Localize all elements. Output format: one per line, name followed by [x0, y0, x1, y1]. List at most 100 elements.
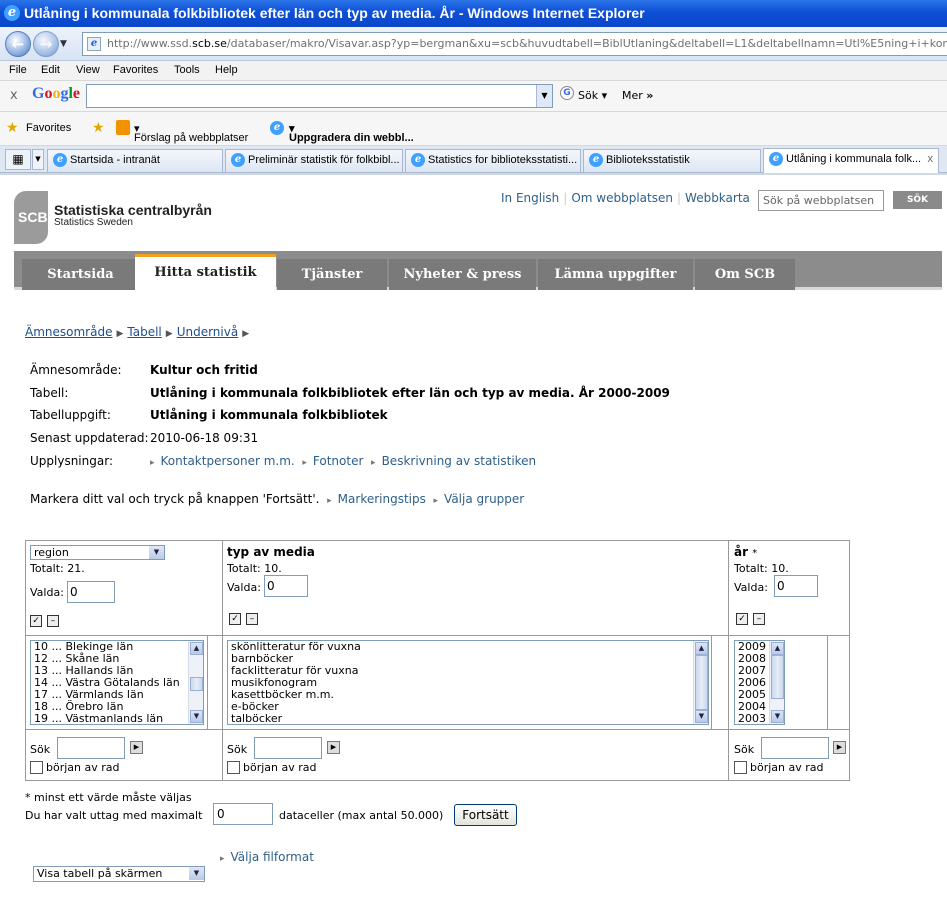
menu-favorites[interactable]: Favorites: [113, 64, 158, 76]
scrollbar[interactable]: ▲ ▼: [188, 641, 203, 724]
nav-tjanster[interactable]: Tjänster: [277, 259, 387, 290]
list-item[interactable]: 19 ... Västmanlands län: [31, 713, 203, 725]
scroll-down-icon[interactable]: ▼: [695, 710, 708, 723]
ie-icon: e: [53, 153, 67, 167]
nav-hitta-statistik[interactable]: Hitta statistik: [135, 254, 276, 290]
media-search-input[interactable]: [254, 737, 322, 759]
select-all-icon[interactable]: ✓: [736, 613, 748, 625]
tab-title: Startsida - intranät: [70, 154, 160, 166]
scroll-thumb[interactable]: [695, 655, 708, 710]
region-select[interactable]: region ▼: [30, 545, 165, 560]
begin-label: början av rad: [750, 761, 824, 774]
link-english[interactable]: In English: [501, 191, 559, 205]
nav-nyheter[interactable]: Nyheter & press: [389, 259, 536, 290]
play-icon[interactable]: ▶: [833, 741, 846, 754]
add-favorite-icon[interactable]: ★: [92, 119, 105, 136]
breadcrumb-amnesomrade[interactable]: Ämnesområde: [25, 325, 112, 339]
region-search-input[interactable]: [57, 737, 125, 759]
select-all-icon[interactable]: ✓: [229, 613, 241, 625]
menu-help[interactable]: Help: [215, 64, 238, 76]
year-valda-input[interactable]: [774, 575, 818, 597]
address-input[interactable]: e http://www.ssd.scb.se/databaser/makro/V…: [82, 32, 947, 56]
nav-lamna-uppgifter[interactable]: Lämna uppgifter: [538, 259, 693, 290]
scroll-up-icon[interactable]: ▲: [190, 642, 203, 655]
list-item[interactable]: e-böcker: [228, 701, 708, 713]
menu-file[interactable]: File: [9, 64, 27, 76]
site-search-button[interactable]: SÖK: [893, 191, 942, 209]
scroll-thumb[interactable]: [771, 655, 784, 699]
link-about[interactable]: Om webbplatsen: [571, 191, 673, 205]
menu-edit[interactable]: Edit: [41, 64, 60, 76]
browser-tab-active[interactable]: e Utlåning i kommunala folk... x: [763, 148, 939, 173]
chevron-down-icon[interactable]: ▼: [536, 85, 552, 107]
region-valda-input[interactable]: [67, 581, 115, 603]
link-markeringstips[interactable]: Markeringstips: [338, 492, 426, 506]
nav-om-scb[interactable]: Om SCB: [695, 259, 795, 290]
sok-label: Sök: [734, 743, 755, 756]
select-all-icon[interactable]: ✓: [30, 615, 42, 627]
scroll-down-icon[interactable]: ▼: [771, 710, 784, 723]
upgrade-link[interactable]: Uppgradera din webbl... ▾: [289, 122, 414, 144]
media-valda-input[interactable]: [264, 575, 308, 597]
region-listbox[interactable]: 10 ... Blekinge län 12 ... Skåne län 13 …: [30, 640, 204, 725]
scroll-up-icon[interactable]: ▲: [771, 642, 784, 655]
google-more-label: Mer: [622, 89, 643, 102]
browser-tab[interactable]: e Biblioteksstatistik: [583, 149, 761, 172]
favorites-bar: ★ Favorites ★ Förslag på webbplatser ▾ e…: [0, 112, 947, 146]
link-kontaktpersoner[interactable]: Kontaktpersoner m.m.: [161, 454, 295, 468]
suggested-sites-link[interactable]: Förslag på webbplatser ▾: [134, 122, 248, 144]
browser-tab[interactable]: e Preliminär statistik för folkbibl...: [225, 149, 403, 172]
scrollbar[interactable]: ▲ ▼: [693, 641, 708, 724]
year-search-input[interactable]: [761, 737, 829, 759]
scroll-up-icon[interactable]: ▲: [695, 642, 708, 655]
forward-button[interactable]: →: [33, 31, 59, 57]
year-listbox[interactable]: 2009 2008 2007 2006 2005 2004 2003 ▲ ▼: [734, 640, 785, 725]
output-format-value: Visa tabell på skärmen: [37, 867, 163, 880]
year-begin-checkbox[interactable]: [734, 761, 747, 774]
link-fotnoter[interactable]: Fotnoter: [313, 454, 364, 468]
play-icon[interactable]: ▶: [327, 741, 340, 754]
close-icon[interactable]: x: [10, 88, 18, 103]
list-item[interactable]: kasettböcker m.m.: [228, 689, 708, 701]
breadcrumb-tabell[interactable]: Tabell: [127, 325, 161, 339]
link-beskrivning[interactable]: Beskrivning av statistiken: [382, 454, 537, 468]
browser-tab[interactable]: e Statistics for biblioteksstatisti...: [405, 149, 581, 172]
media-listbox[interactable]: skönlitteratur för vuxna barnböcker fack…: [227, 640, 709, 725]
breadcrumb-underniva[interactable]: Undernivå: [177, 325, 239, 339]
browser-tab[interactable]: e Startsida - intranät: [47, 149, 223, 172]
list-item[interactable]: skönlitteratur för vuxna: [228, 641, 708, 653]
deselect-all-icon[interactable]: –: [753, 613, 765, 625]
quick-tabs-icon[interactable]: ▦: [5, 149, 31, 170]
site-search-input[interactable]: Sök på webbplatsen: [758, 190, 884, 211]
back-button[interactable]: ←: [5, 31, 31, 57]
info-label: Tabell:: [30, 386, 69, 400]
link-sitemap[interactable]: Webbkarta: [685, 191, 750, 205]
nav-startsida[interactable]: Startsida: [22, 259, 139, 290]
menu-view[interactable]: View: [76, 64, 100, 76]
menu-tools[interactable]: Tools: [174, 64, 200, 76]
google-more-button[interactable]: Mer »: [622, 89, 653, 102]
scroll-thumb[interactable]: [190, 677, 203, 691]
region-begin-checkbox[interactable]: [30, 761, 43, 774]
link-filformat[interactable]: ▸ Välja filformat: [220, 850, 314, 864]
scrollbar[interactable]: ▲ ▼: [769, 641, 784, 724]
deselect-all-icon[interactable]: –: [47, 615, 59, 627]
scroll-down-icon[interactable]: ▼: [190, 710, 203, 723]
url-host: scb.se: [192, 37, 227, 50]
google-search-input[interactable]: ▼: [86, 84, 553, 108]
list-item[interactable]: talböcker: [228, 713, 708, 725]
history-dropdown-icon[interactable]: ▼: [60, 39, 67, 49]
google-search-button[interactable]: Sök ▾: [578, 89, 607, 102]
deselect-all-icon[interactable]: –: [246, 613, 258, 625]
link-valja-grupper[interactable]: Välja grupper: [444, 492, 524, 506]
tab-list-dropdown-icon[interactable]: ▼: [32, 149, 44, 170]
favorites-button[interactable]: Favorites: [26, 122, 71, 134]
required-note: * minst ett värde måste väljas: [25, 791, 192, 804]
max-cells-input[interactable]: 0: [213, 803, 273, 825]
media-begin-checkbox[interactable]: [227, 761, 240, 774]
output-format-select[interactable]: Visa tabell på skärmen ▼: [33, 866, 205, 882]
continue-button[interactable]: Fortsätt: [454, 804, 517, 826]
begin-label: början av rad: [46, 761, 120, 774]
close-tab-icon[interactable]: x: [928, 149, 934, 170]
play-icon[interactable]: ▶: [130, 741, 143, 754]
